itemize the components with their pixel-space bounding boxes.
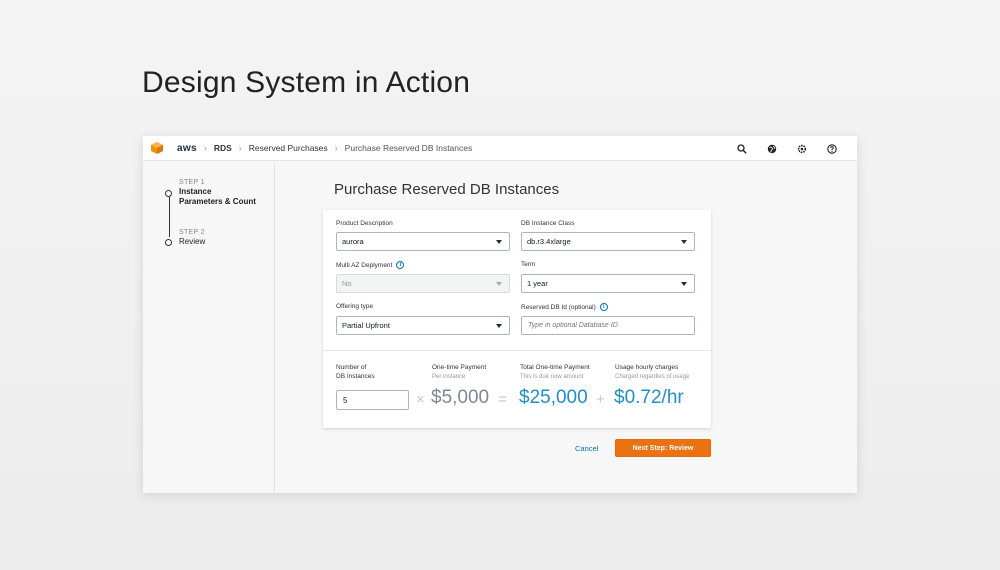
step-number: STEP 1 [179,179,205,186]
purchase-form-card: Product Description aurora DB Instance C… [323,210,711,428]
term-select[interactable]: 1 year [521,274,695,293]
label-text: Multi AZ Deplyment [336,261,393,269]
one-time-payment-label: One-time Payment [432,364,487,371]
selected-value: Partial Upfront [342,321,390,330]
multiply-sign: × [416,391,425,408]
step-title: Instance Parameters & Count [179,187,256,206]
hourly-charges-value: $0.72/hr [614,387,684,408]
instance-count-label: Number of DB Instances [336,363,375,381]
caret-down-icon [496,324,502,328]
chevron-right-icon: › [334,143,338,153]
offering-type-label: Offering type [336,303,373,310]
help-button[interactable] [817,143,847,154]
instance-count-input[interactable] [336,390,409,410]
reserved-db-id-label: Reserved DB Id (optional) i [521,303,608,311]
total-payment-sub: This is due now amount [520,374,584,380]
one-time-payment-sub: Per instance [432,374,466,380]
multi-az-select: No [336,274,510,293]
caret-down-icon [681,282,687,286]
showcase-title: Design System in Action [142,66,471,99]
info-icon[interactable]: i [396,261,405,269]
term-label: Term [521,261,535,268]
step-1-marker [165,190,172,197]
breadcrumb-reserved-purchases[interactable]: Reserved Purchases [249,143,328,153]
offering-type-select[interactable]: Partial Upfront [336,316,510,335]
caret-down-icon [496,240,502,244]
step-2[interactable]: STEP 2 Review [179,229,205,247]
info-icon[interactable]: i [599,303,608,311]
total-payment-label: Total One-time Payment [520,364,590,371]
console-window: aws › RDS › Reserved Purchases › Purchas… [143,136,857,493]
top-navigation-bar: aws › RDS › Reserved Purchases › Purchas… [143,136,857,161]
label-text: DB Instance Class [521,220,575,227]
help-icon [827,143,837,154]
step-2-marker [165,239,172,246]
aws-logo[interactable]: aws [177,143,197,154]
label-line: Number of [336,364,367,371]
step-title: Review [179,237,206,246]
plus-sign: + [596,391,605,408]
step-1[interactable]: STEP 1 Instance Parameters & Count [179,179,257,207]
caret-down-icon [681,240,687,244]
page-title: Purchase Reserved DB Instances [334,181,560,198]
search-button[interactable] [727,143,757,154]
product-description-select[interactable]: aurora [336,232,510,251]
label-line: DB Instances [336,373,375,380]
aws-cube-icon[interactable] [151,142,163,154]
db-instance-class-label: DB Instance Class [521,220,574,227]
settings-icon [797,144,807,153]
cancel-link[interactable]: Cancel [575,444,598,453]
label-text: Offering type [336,303,374,310]
one-time-payment-value: $5,000 [431,387,490,408]
selected-value: db.r3.4xlarge [527,237,571,246]
search-icon [737,143,747,154]
globe-icon [767,144,777,153]
section-divider [323,350,711,351]
caret-down-icon [496,282,502,286]
hourly-charges-label: Usage hourly charges [615,364,679,371]
selected-value: 1 year [527,279,548,288]
label-text: Term [521,261,536,268]
wizard-steps-sidebar: STEP 1 Instance Parameters & Count STEP … [143,162,275,493]
settings-button[interactable] [787,144,817,154]
topbar-icon-group [727,136,847,161]
multi-az-label: Multi AZ Deplyment i [336,261,405,269]
step-connector [168,197,170,237]
chevron-right-icon: › [238,143,242,153]
selected-value: No [342,279,352,288]
product-description-label: Product Description [336,220,393,227]
db-instance-class-select[interactable]: db.r3.4xlarge [521,232,695,251]
step-number: STEP 2 [179,229,205,236]
equals-sign: = [498,391,507,408]
region-button[interactable] [757,144,787,154]
total-payment-value: $25,000 [519,387,588,408]
chevron-right-icon: › [203,143,207,153]
reserved-db-id-input[interactable] [521,316,695,335]
next-step-review-button[interactable]: Next Step: Review [615,439,711,457]
label-text: Product Description [336,220,393,227]
breadcrumb-rds[interactable]: RDS [214,143,232,153]
breadcrumb-current: Purchase Reserved DB Instances [344,143,473,153]
hourly-charges-sub: Charged regardles of usage [615,374,690,380]
selected-value: aurora [342,237,364,246]
label-text: Reserved DB Id (optional) [521,303,596,311]
